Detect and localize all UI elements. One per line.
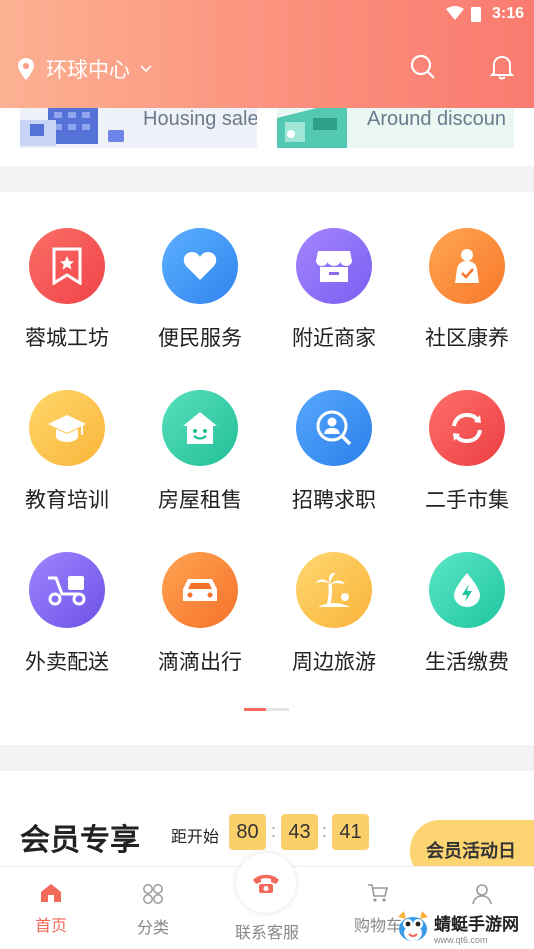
shop-icon [296, 228, 372, 304]
location-label: 环球中心 [46, 59, 130, 82]
tab-home-label: 首页 [34, 918, 67, 935]
chevron-down-icon [140, 65, 152, 73]
watermark-name: 蜻蜓手游网 [434, 914, 519, 934]
watermark: 蜻蜓手游网 www.qt6.com [392, 907, 519, 947]
banner-housing-sale[interactable]: Housing sale [20, 108, 257, 148]
grid-icon [143, 884, 163, 904]
banner-around-label: Around discoun [367, 108, 506, 130]
category-community-care[interactable]: 社区康养 [400, 228, 534, 352]
category-label: 教育培训 [25, 489, 109, 512]
category-label: 社区康养 [425, 327, 509, 350]
banner-carousel[interactable]: Housing sale Around discoun [0, 108, 534, 166]
category-recruitment[interactable]: 招聘求职 [267, 390, 401, 514]
page-indicator [244, 708, 289, 711]
category-label: 蓉城工坊 [25, 327, 109, 350]
location-selector[interactable]: 环球中心 [18, 54, 152, 84]
category-label: 滴滴出行 [158, 651, 242, 674]
tab-category[interactable]: 分类 [113, 883, 193, 938]
customer-service-label: 联系客服 [234, 925, 299, 942]
countdown-label: 距开始 [171, 829, 220, 846]
category-housing-rental[interactable]: 房屋租售 [133, 390, 267, 514]
category-nearby-travel[interactable]: 周边旅游 [267, 552, 401, 676]
category-label: 附近商家 [292, 327, 376, 350]
water-drop-icon [429, 552, 505, 628]
countdown-separator: : [322, 821, 328, 841]
palm-tree-icon [296, 552, 372, 628]
banner-housing-label: Housing sale [143, 108, 257, 130]
home-icon [41, 884, 61, 902]
countdown-separator: : [271, 821, 277, 841]
page-indicator-active [244, 708, 266, 711]
category-nearby-merchants[interactable]: 附近商家 [267, 228, 401, 352]
category-label: 外卖配送 [25, 651, 109, 674]
location-pin-icon [18, 58, 34, 80]
category-label: 周边旅游 [292, 651, 376, 674]
category-rongcheng-workshop[interactable]: 蓉城工坊 [0, 228, 134, 352]
watermark-url: www.qt6.com [434, 934, 488, 945]
tab-home[interactable]: 首页 [11, 883, 91, 936]
recycle-icon [429, 390, 505, 466]
wifi-icon [446, 6, 464, 20]
status-bar: 3:16 [0, 0, 534, 30]
building-illustration-icon [20, 108, 124, 146]
bookmark-star-icon [29, 228, 105, 304]
tab-category-label: 分类 [136, 920, 169, 937]
category-label: 生活缴费 [425, 651, 509, 674]
shop-illustration-icon [277, 108, 347, 148]
search-icon[interactable] [410, 54, 436, 80]
category-second-hand-market[interactable]: 二手市集 [400, 390, 534, 514]
top-header: 3:16 环球中心 [0, 0, 534, 108]
battery-icon [471, 7, 481, 22]
category-education-training[interactable]: 教育培训 [0, 390, 134, 514]
user-icon [472, 884, 492, 905]
dragonfly-logo-icon [398, 911, 428, 941]
category-convenience-service[interactable]: 便民服务 [133, 228, 267, 352]
category-label: 便民服务 [158, 327, 242, 350]
category-label: 招聘求职 [292, 489, 376, 512]
heart-icon [162, 228, 238, 304]
category-grid: 蓉城工坊 便民服务 附近商家 社区康养 教育培训 房屋租售 招聘求职 二手市集 … [0, 192, 534, 745]
bell-icon[interactable] [490, 54, 514, 80]
status-time: 3:16 [491, 5, 524, 22]
phone-icon [253, 874, 279, 893]
category-didi-travel[interactable]: 滴滴出行 [133, 552, 267, 676]
countdown-hours: 80 [229, 814, 266, 850]
category-takeout-delivery[interactable]: 外卖配送 [0, 552, 134, 676]
countdown-seconds: 41 [332, 814, 369, 850]
banner-around-discount[interactable]: Around discoun [277, 108, 514, 148]
cart-icon [368, 884, 389, 902]
countdown-minutes: 43 [281, 814, 318, 850]
person-search-icon [296, 390, 372, 466]
category-label: 二手市集 [425, 489, 509, 512]
member-title: 会员专享 [20, 824, 140, 857]
customer-service-button[interactable] [236, 853, 296, 913]
car-icon [162, 552, 238, 628]
category-utility-payment[interactable]: 生活缴费 [400, 552, 534, 676]
house-smile-icon [162, 390, 238, 466]
elderly-care-icon [429, 228, 505, 304]
graduation-cap-icon [29, 390, 105, 466]
category-label: 房屋租售 [158, 489, 242, 512]
delivery-scooter-icon [29, 552, 105, 628]
